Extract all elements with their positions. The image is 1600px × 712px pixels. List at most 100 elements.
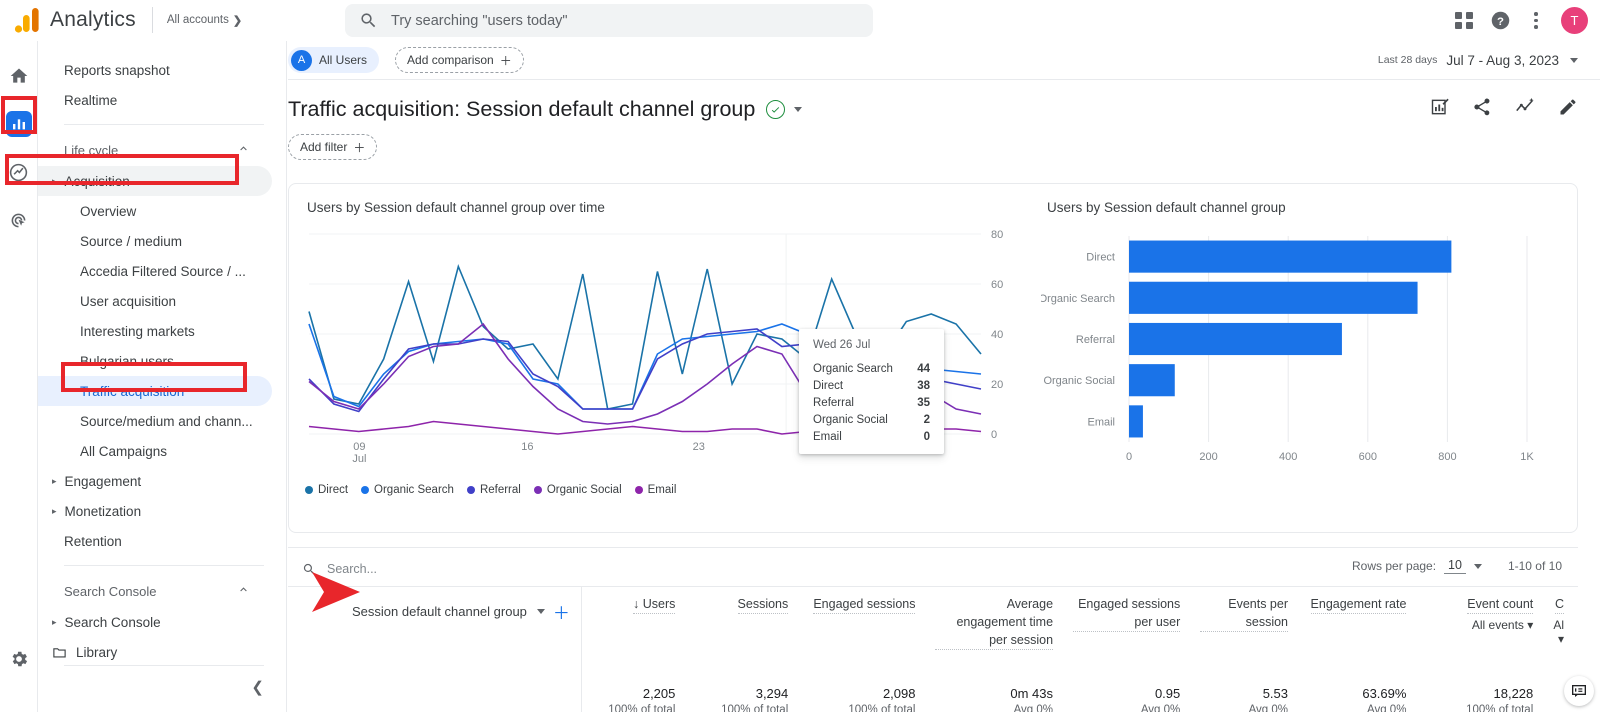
svg-text:600: 600 bbox=[1359, 451, 1377, 463]
sidebar-item-all-campaigns[interactable]: All Campaigns bbox=[38, 436, 272, 466]
svg-text:800: 800 bbox=[1438, 451, 1456, 463]
svg-text:1K: 1K bbox=[1520, 451, 1534, 463]
total-value: 63.69% bbox=[1362, 686, 1407, 701]
search-input[interactable] bbox=[391, 12, 859, 29]
add-comparison-button[interactable]: Add comparison ＋ bbox=[395, 47, 524, 73]
table-column-header[interactable]: Event count All events ▾ bbox=[1420, 587, 1547, 650]
rail-item-reports[interactable] bbox=[2, 107, 36, 141]
svg-text:16: 16 bbox=[521, 441, 533, 453]
table-total-cell: 2,205 100% of total bbox=[582, 650, 689, 712]
svg-text:20: 20 bbox=[991, 379, 1003, 391]
rail-item-admin[interactable] bbox=[2, 642, 36, 676]
sidebar-item-realtime[interactable]: Realtime bbox=[38, 85, 272, 115]
sidebar-item-monetization[interactable]: ▸ Monetization bbox=[38, 496, 272, 526]
sidebar-item-interesting-markets[interactable]: Interesting markets bbox=[38, 316, 272, 346]
table-column-header[interactable]: ↓ Users bbox=[582, 587, 689, 650]
global-search[interactable] bbox=[345, 4, 873, 37]
avatar[interactable]: T bbox=[1561, 7, 1588, 34]
tooltip-row: Organic Search 44 bbox=[799, 360, 944, 377]
sidebar-item-source-medium-and-chann[interactable]: Source/medium and chann... bbox=[38, 406, 272, 436]
top-bar: Analytics All accounts ❯ ? bbox=[0, 0, 1600, 41]
legend-item-organic-social[interactable]: Organic Social bbox=[533, 484, 622, 496]
total-sub: 100% of total bbox=[1466, 704, 1534, 712]
tooltip-series-value: 0 bbox=[923, 430, 930, 443]
table-column-header[interactable]: Events per session bbox=[1194, 587, 1302, 650]
avatar-letter: T bbox=[1570, 13, 1579, 28]
feedback-icon[interactable] bbox=[1564, 676, 1594, 706]
sidebar-item-traffic-acquisition[interactable]: Traffic acquisition bbox=[38, 376, 272, 406]
add-dimension-icon[interactable]: ＋ bbox=[553, 599, 570, 624]
column-label: Engaged sessions per user bbox=[1073, 595, 1181, 632]
total-value: 2,098 bbox=[882, 686, 916, 701]
chevron-down-icon[interactable] bbox=[1473, 563, 1482, 569]
account-breadcrumb[interactable]: All accounts ❯ bbox=[167, 14, 242, 27]
sidebar-collapse-button[interactable]: ❮ bbox=[251, 678, 264, 696]
sidebar-section-search-console[interactable]: Search Console bbox=[38, 575, 272, 607]
chart-tooltip: Wed 26 Jul Organic Search 44 Direct 38 Refer… bbox=[799, 329, 944, 454]
column-label: ↓ Users bbox=[633, 595, 676, 614]
sidebar-item-user-acquisition[interactable]: User acquisition bbox=[38, 286, 272, 316]
google-analytics-logo[interactable] bbox=[14, 7, 42, 33]
tooltip-row: Organic Social 2 bbox=[799, 411, 944, 428]
line-chart-title: Users by Session default channel group o… bbox=[307, 200, 605, 215]
table-column-header[interactable]: Average engagement time per session bbox=[929, 587, 1067, 650]
sidebar-item-search-console[interactable]: ▸ Search Console bbox=[38, 607, 272, 637]
sidebar-item-label: Realtime bbox=[64, 92, 118, 108]
rows-per-page-select[interactable]: 10 bbox=[1444, 558, 1466, 574]
folder-icon bbox=[52, 645, 67, 660]
share-icon[interactable] bbox=[1472, 97, 1492, 122]
rail-item-home[interactable] bbox=[2, 59, 36, 93]
column-label: Sessions bbox=[737, 595, 789, 614]
sidebar-item-overview[interactable]: Overview bbox=[38, 196, 272, 226]
add-filter-button[interactable]: Add filter ＋ bbox=[288, 134, 378, 160]
column-sublabel[interactable]: Al ▾ bbox=[1553, 618, 1564, 646]
table-column-header[interactable]: Engaged sessions bbox=[802, 587, 929, 650]
table-column-header[interactable]: Engaged sessions per user bbox=[1067, 587, 1194, 650]
dimension-header[interactable]: Session default channel group ＋ bbox=[352, 599, 581, 624]
sidebar-section-life-cycle[interactable]: Life cycle bbox=[38, 134, 272, 166]
sidebar-item-retention[interactable]: Retention bbox=[38, 526, 272, 556]
tooltip-series-value: 35 bbox=[917, 396, 930, 409]
left-icon-rail bbox=[0, 41, 38, 712]
rail-item-explore[interactable] bbox=[2, 155, 36, 189]
sidebar-item-bulgarian-users[interactable]: Bulgarian users bbox=[38, 346, 272, 376]
sidebar-item-source-medium[interactable]: Source / medium bbox=[38, 226, 272, 256]
svg-text:09: 09 bbox=[353, 441, 365, 453]
sidebar-divider-3 bbox=[64, 665, 264, 666]
sidebar-item-engagement[interactable]: ▸ Engagement bbox=[38, 466, 272, 496]
date-range-picker[interactable]: Last 28 days Jul 7 - Aug 3, 2023 bbox=[1378, 53, 1600, 68]
compare-icon[interactable] bbox=[1514, 96, 1536, 123]
bar-chart[interactable]: 0 200 400 600 800 1K Direct Organic Search Refer… bbox=[1041, 226, 1541, 476]
table-column-header[interactable]: Sessions bbox=[689, 587, 802, 650]
sidebar-item-label: User acquisition bbox=[80, 293, 177, 309]
legend-item-referral[interactable]: Referral bbox=[466, 484, 521, 496]
more-vertical-icon[interactable] bbox=[1525, 10, 1547, 32]
legend-item-direct[interactable]: Direct bbox=[305, 484, 348, 496]
svg-text:400: 400 bbox=[1279, 451, 1297, 463]
report-menu-chevron-icon[interactable] bbox=[794, 107, 803, 112]
svg-text:0: 0 bbox=[991, 429, 997, 441]
dimension-header-label: Session default channel group bbox=[352, 604, 527, 619]
sidebar-item-reports-snapshot[interactable]: Reports snapshot bbox=[38, 55, 272, 85]
legend-swatch bbox=[305, 486, 313, 494]
column-sublabel[interactable]: All events ▾ bbox=[1467, 618, 1533, 632]
table-total-cell: 63.69% Avg 0% bbox=[1302, 650, 1420, 712]
sidebar-item-library[interactable]: Library bbox=[38, 637, 272, 667]
line-chart-legend: Direct Organic Search Referral Organic Soci… bbox=[305, 484, 676, 496]
legend-item-email[interactable]: Email bbox=[634, 484, 676, 496]
insights-icon[interactable] bbox=[1430, 97, 1450, 122]
help-circle-icon[interactable]: ? bbox=[1489, 10, 1511, 32]
edit-pencil-icon[interactable] bbox=[1558, 97, 1578, 122]
apps-grid-icon[interactable] bbox=[1453, 10, 1475, 32]
sidebar-item-label: All Campaigns bbox=[80, 443, 168, 459]
svg-text:Organic Search: Organic Search bbox=[1041, 293, 1115, 305]
sidebar-item-acquisition[interactable]: ▸ Acquisition bbox=[38, 166, 272, 196]
segment-all-users[interactable]: A All Users bbox=[288, 47, 380, 73]
total-value: 3,294 bbox=[755, 686, 789, 701]
sidebar-item-accedia-filtered-source[interactable]: Accedia Filtered Source / ... bbox=[38, 256, 272, 286]
table-column-header[interactable]: C Al ▾ bbox=[1547, 587, 1578, 650]
legend-item-organic-search[interactable]: Organic Search bbox=[361, 484, 454, 496]
chevron-down-icon[interactable] bbox=[536, 609, 545, 614]
rail-item-advertising[interactable] bbox=[2, 203, 36, 237]
table-column-header[interactable]: Engagement rate bbox=[1302, 587, 1420, 650]
